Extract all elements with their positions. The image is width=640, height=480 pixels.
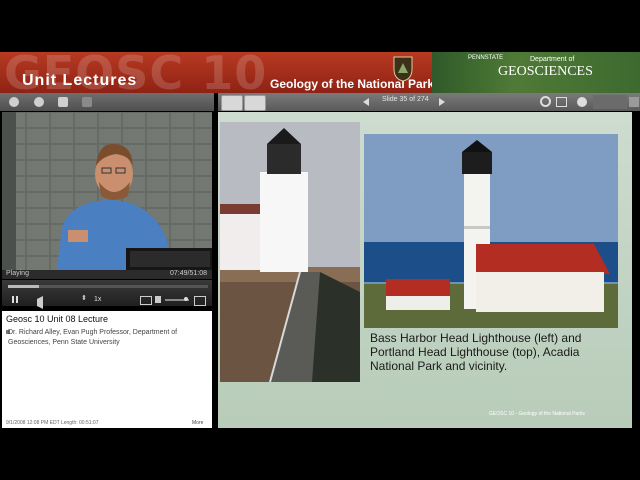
prev-slide-icon[interactable]: [363, 98, 369, 106]
presentation-info: Geosc 10 Unit 08 Lecture Dr. Richard All…: [2, 311, 212, 428]
player-controls: ⬍ 1x: [2, 280, 212, 309]
portland-head-lighthouse-photo: [364, 134, 618, 328]
rewind-icon[interactable]: [29, 296, 43, 309]
player-toolbar: [0, 93, 214, 111]
next-slide-icon[interactable]: [439, 98, 445, 106]
psu-label: PENNSTATE: [468, 55, 504, 61]
thumbnail-view-button[interactable]: [244, 95, 266, 111]
speed-label[interactable]: 1x: [94, 296, 101, 303]
help-icon[interactable]: [577, 97, 587, 107]
slide-footer: GEOSC 10 - Geology of the National Parks: [489, 411, 585, 417]
presentation-title: Geosc 10 Unit 08 Lecture: [6, 314, 109, 324]
slide-toolbar: [218, 93, 640, 111]
more-link[interactable]: More: [192, 420, 203, 426]
dept-small-label: Department of: [530, 56, 575, 63]
bass-harbor-lighthouse-photo: [220, 122, 360, 382]
nps-badge-icon: [392, 55, 414, 82]
presenter-text: Dr. Richard Alley, Evan Pugh Professor, …: [8, 329, 178, 346]
slide-caption: Bass Harbor Head Lighthouse (left) and P…: [370, 331, 582, 373]
expand-icon[interactable]: [194, 296, 206, 306]
recording-meta: 9/1/2008 12:08 PM EDT Length: 00:51:07: [6, 420, 99, 426]
slide-view-button[interactable]: [221, 95, 243, 111]
player-status: Playing: [6, 270, 29, 277]
lecture-video[interactable]: [2, 112, 212, 270]
video-frame-illustration: [2, 112, 212, 270]
settings-icon[interactable]: [9, 97, 19, 107]
player-time: 07:49/51:08: [170, 270, 207, 277]
volume-icon[interactable]: [155, 296, 161, 303]
link-icon[interactable]: [82, 97, 92, 107]
volume-knob[interactable]: [184, 297, 188, 301]
mail-icon[interactable]: [58, 97, 68, 107]
mediasite-small-icon: [629, 97, 639, 107]
dept-name-label: GEOSCIENCES: [498, 64, 593, 79]
unit-lectures-label: Unit Lectures: [22, 72, 138, 89]
captions-icon[interactable]: [140, 296, 152, 305]
fullscreen-icon[interactable]: [556, 97, 567, 107]
slide-indicator: Slide 35 of 274: [382, 96, 429, 103]
player-status-bar: Playing 07:49/51:08: [2, 270, 212, 279]
mediasite-logo-icon: [593, 95, 627, 109]
seek-bar-fill: [8, 285, 39, 288]
comment-icon[interactable]: [34, 97, 44, 107]
speed-arrows-icon[interactable]: ⬍: [81, 294, 87, 302]
seek-bar[interactable]: [8, 285, 208, 288]
pause-icon[interactable]: [12, 296, 18, 303]
course-title: Geology of the National Parks: [270, 77, 441, 91]
search-icon[interactable]: [540, 96, 551, 107]
